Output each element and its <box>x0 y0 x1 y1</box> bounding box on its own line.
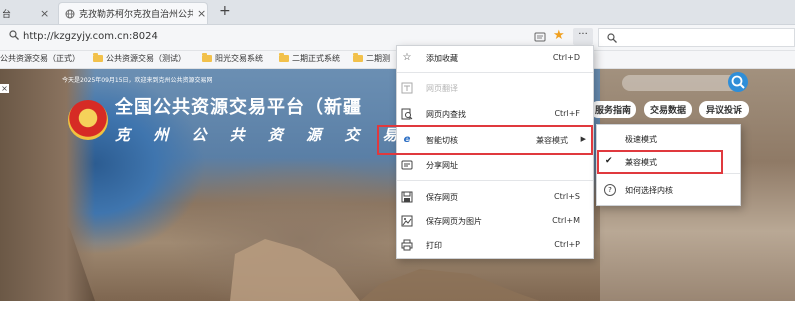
find-in-page-icon <box>401 108 413 120</box>
save-page-icon <box>401 191 413 203</box>
new-tab-button[interactable]: + <box>219 3 231 19</box>
reader-mode-icon[interactable] <box>534 31 546 43</box>
menu-item-translate: 网页翻译 <box>396 78 594 98</box>
welcome-text: 今天是2025年09月15日，欢迎来到克州公共资源交易网 <box>62 77 213 84</box>
highlight-box-compat-mode <box>597 150 723 174</box>
close-ad-icon[interactable]: × <box>0 84 9 93</box>
folder-icon <box>279 53 289 62</box>
share-icon <box>401 159 413 171</box>
bookmark-item[interactable]: 二期测 <box>353 53 390 64</box>
search-icon <box>9 30 19 40</box>
folder-icon <box>202 53 212 62</box>
save-image-icon <box>401 215 413 227</box>
tab-label: 台 <box>2 9 12 20</box>
bookmark-label: 二期测 <box>366 54 390 63</box>
bookmark-label: 公共资源交易（测试） <box>106 54 186 63</box>
url-text: http://kzgzyjy.com.cn:8024 <box>23 31 158 42</box>
page-bottom <box>0 301 795 315</box>
menu-item-label: 网页翻译 <box>426 84 458 93</box>
bookmark-item[interactable]: 公共资源交易（测试） <box>93 53 186 64</box>
menu-divider <box>397 72 593 73</box>
menu-item-add-favorite[interactable]: ☆ 添加收藏 Ctrl+D <box>396 48 594 68</box>
favorite-star-icon[interactable]: ★ <box>553 28 565 43</box>
folder-icon <box>93 53 103 62</box>
tab-label: 克孜勒苏柯尔克孜自治州公共 <box>79 10 193 20</box>
submenu-item-speed-mode[interactable]: 极速模式 <box>596 129 741 149</box>
globe-icon <box>65 9 75 18</box>
close-tab-icon[interactable]: × <box>197 7 206 20</box>
national-emblem-icon <box>68 100 108 140</box>
more-menu-icon[interactable]: ··· <box>573 28 593 45</box>
search-icon <box>731 75 745 89</box>
star-outline-icon: ☆ <box>402 52 412 63</box>
menu-item-shortcut: Ctrl+S <box>553 192 580 201</box>
url-field[interactable]: http://kzgzyjy.com.cn:8024 <box>9 30 158 42</box>
menu-item-label: 分享网址 <box>426 161 458 170</box>
menu-item-find[interactable]: 网页内查找 Ctrl+F <box>396 104 594 124</box>
browser-search-input[interactable] <box>598 28 795 47</box>
bookmark-label: 公共资源交易（正式） <box>0 54 80 63</box>
nav-trade-data[interactable]: 交易数据 <box>644 101 692 118</box>
menu-item-shortcut: Ctrl+D <box>552 53 580 62</box>
nav-service-guide[interactable]: 服务指南 <box>590 101 636 118</box>
menu-item-print[interactable]: 打印 Ctrl+P <box>396 235 594 255</box>
menu-item-share[interactable]: 分享网址 <box>396 155 594 175</box>
menu-item-save-as-image[interactable]: 保存网页为图片 Ctrl+M <box>396 211 594 231</box>
submenu-item-label: 如何选择内核 <box>625 186 673 195</box>
close-tab-icon[interactable]: × <box>40 7 49 20</box>
menu-divider <box>397 180 593 181</box>
menu-item-save-page[interactable]: 保存网页 Ctrl+S <box>396 187 594 207</box>
menu-item-label: 添加收藏 <box>426 54 458 63</box>
menu-item-shortcut: Ctrl+F <box>554 109 580 118</box>
folder-icon <box>353 53 363 62</box>
translate-icon <box>401 82 413 94</box>
submenu-item-how-to-choose[interactable]: ? 如何选择内核 <box>596 180 741 200</box>
bookmark-label: 二期正式系统 <box>292 54 340 63</box>
bookmark-label: 阳光交易系统 <box>215 54 263 63</box>
print-icon <box>401 239 413 251</box>
help-icon: ? <box>604 184 616 196</box>
menu-item-label: 保存网页为图片 <box>426 217 482 226</box>
menu-item-label: 网页内查找 <box>426 110 466 119</box>
menu-item-shortcut: Ctrl+P <box>554 240 580 249</box>
search-icon <box>607 33 617 43</box>
menu-item-label: 保存网页 <box>426 193 458 202</box>
highlight-box-smart-kernel <box>377 125 593 155</box>
bookmark-item[interactable]: 阳光交易系统 <box>202 53 263 64</box>
menu-item-label: 打印 <box>426 241 442 250</box>
site-search-button[interactable] <box>728 72 748 92</box>
submenu-item-label: 极速模式 <box>625 135 657 144</box>
tab-active[interactable]: 克孜勒苏柯尔克孜自治州公共 × <box>58 2 208 24</box>
tab-previous[interactable]: 台 × <box>0 2 56 24</box>
nav-objection[interactable]: 异议投诉 <box>699 101 749 118</box>
menu-item-shortcut: Ctrl+M <box>552 216 580 225</box>
bookmark-item[interactable]: 公共资源交易（正式） <box>0 53 80 64</box>
bookmark-item[interactable]: 二期正式系统 <box>279 53 340 64</box>
site-title: 全国公共资源交易平台（新疆 <box>115 97 362 118</box>
